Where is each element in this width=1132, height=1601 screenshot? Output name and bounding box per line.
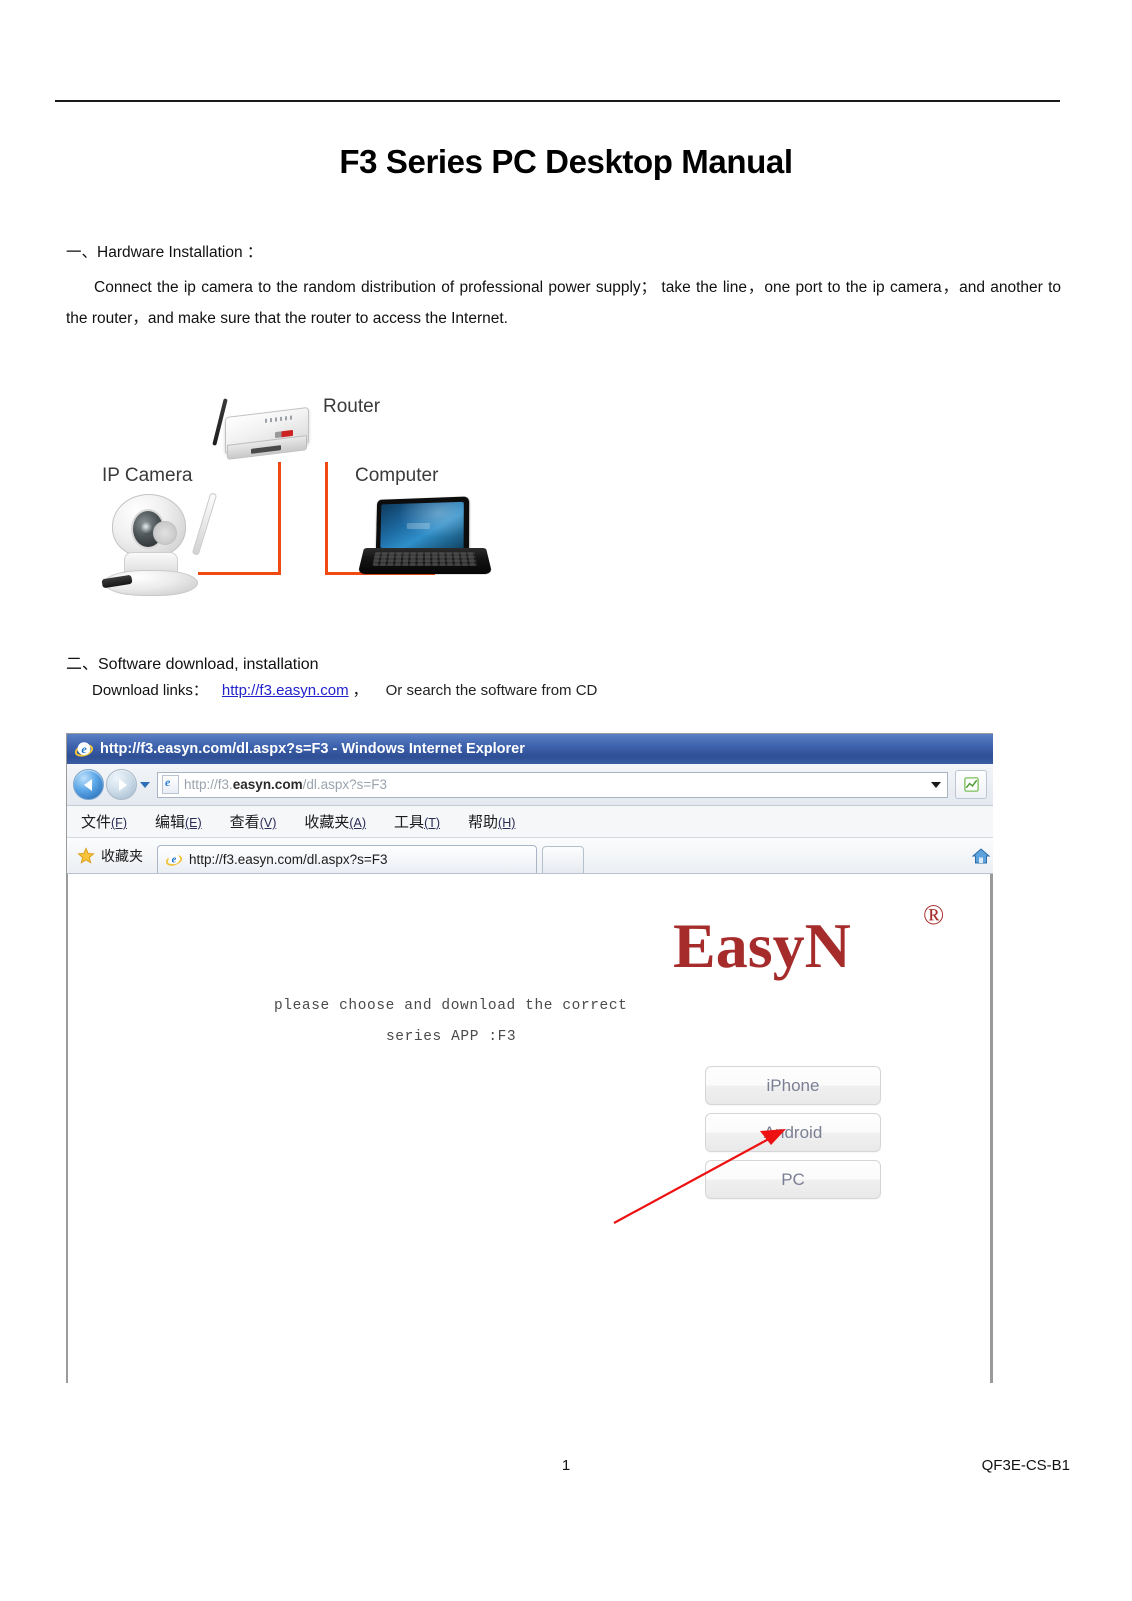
refresh-button[interactable]	[955, 770, 987, 799]
registered-trademark-icon: ®	[923, 900, 945, 931]
forward-button[interactable]	[106, 769, 137, 800]
browser-tab-title: http://f3.easyn.com/dl.aspx?s=F3	[189, 852, 388, 867]
browser-right-edge	[990, 874, 993, 1383]
section-1-heading: 一、Hardware Installation ：	[66, 244, 263, 261]
menu-label-view: 查看	[229, 814, 260, 831]
page-title: F3 Series PC Desktop Manual	[339, 143, 793, 180]
footer-page-number: 1	[561, 1457, 571, 1474]
browser-tab-strip: e http://f3.easyn.com/dl.aspx?s=F3	[157, 838, 971, 873]
laptop-illustration	[357, 496, 493, 584]
menu-item-file[interactable]: 文件(F)	[81, 811, 127, 832]
router-illustration	[212, 398, 313, 466]
laptop-screen	[380, 501, 464, 551]
menu-label-favorites: 收藏夹	[304, 814, 350, 831]
menu-label-edit: 编辑	[154, 814, 185, 831]
refresh-icon	[963, 777, 979, 792]
menu-mnemonic-file: (F)	[111, 816, 127, 830]
favorites-label[interactable]: 收藏夹	[101, 846, 143, 866]
section-1-paragraph: Connect the ip camera to the random dist…	[66, 272, 1061, 334]
diagram-label-ip-camera: IP Camera	[102, 465, 193, 486]
internet-explorer-icon: e	[75, 740, 93, 758]
download-buttons-group: iPhone Android PC	[705, 1066, 881, 1207]
browser-menu-bar: 文件(F) 编辑(E) 查看(V) 收藏夹(A) 工具(T) 帮助(H)	[67, 806, 993, 838]
easyn-logo: EasyN	[673, 910, 851, 981]
browser-title-text: http://f3.easyn.com/dl.aspx?s=F3 - Windo…	[100, 741, 525, 757]
star-icon	[77, 846, 95, 865]
browser-navigation-bar: http://f3.easyn.com/dl.aspx?s=F3	[67, 764, 993, 806]
menu-label-file: 文件	[81, 814, 112, 831]
cable-router-to-computer-vertical	[325, 462, 328, 575]
download-links-line: Download links： http://f3.easyn.com， Or se…	[92, 679, 597, 700]
menu-item-view[interactable]: 查看(V)	[230, 811, 277, 832]
page-favicon-icon	[162, 775, 179, 794]
section-2-heading: 二、Software download, installation	[66, 656, 319, 673]
menu-label-tools: 工具	[394, 814, 425, 831]
download-link-comma: ，	[352, 682, 368, 699]
menu-mnemonic-edit: (E)	[185, 816, 202, 830]
back-arrow-icon	[83, 778, 92, 791]
browser-favorites-bar: 收藏夹 e http://f3.easyn.com/dl.aspx?s=F3	[67, 838, 993, 874]
camera-speaker	[153, 521, 177, 545]
diagram-label-router: Router	[323, 396, 381, 417]
browser-title-bar: e http://f3.easyn.com/dl.aspx?s=F3 - Win…	[67, 734, 993, 764]
instruction-line-2: series APP :F3	[386, 1029, 517, 1045]
menu-item-edit[interactable]: 编辑(E)	[155, 811, 202, 832]
recent-pages-dropdown[interactable]	[137, 770, 153, 799]
browser-window-screenshot: e http://f3.easyn.com/dl.aspx?s=F3 - Win…	[66, 733, 993, 1383]
svg-text:e: e	[172, 854, 177, 865]
instruction-line-1: please choose and download the correct	[274, 998, 628, 1014]
menu-mnemonic-view: (V)	[259, 816, 277, 830]
menu-item-favorites[interactable]: 收藏夹(A)	[304, 811, 366, 832]
svg-text:e: e	[81, 742, 87, 756]
laptop-keyboard	[372, 552, 478, 566]
address-bar[interactable]: http://f3.easyn.com/dl.aspx?s=F3	[157, 771, 948, 798]
menu-mnemonic-help: (H)	[498, 816, 516, 830]
cable-camera-to-router-vertical	[278, 462, 281, 575]
easyn-download-page: EasyN ® please choose and download the c…	[68, 874, 993, 1383]
menu-mnemonic-tools: (T)	[424, 816, 441, 830]
camera-antenna-icon	[191, 492, 218, 556]
browser-tab-active[interactable]: e http://f3.easyn.com/dl.aspx?s=F3	[157, 845, 537, 873]
download-link[interactable]: http://f3.easyn.com	[222, 682, 349, 699]
address-domain: easyn.com	[232, 777, 303, 792]
address-history-dropdown[interactable]	[929, 781, 943, 788]
tab-favicon-icon: e	[166, 851, 184, 869]
header-rule	[55, 100, 1060, 102]
paragraph-line-1: Connect the ip camera to the random dist…	[94, 279, 885, 296]
chevron-down-icon	[931, 781, 941, 788]
download-links-label: Download links：	[92, 682, 208, 699]
home-icon[interactable]	[971, 846, 991, 866]
address-prefix: http://f3.	[184, 777, 233, 792]
forward-arrow-icon	[118, 778, 127, 791]
menu-item-tools[interactable]: 工具(T)	[394, 811, 440, 832]
download-button-iphone[interactable]: iPhone	[705, 1066, 881, 1105]
ip-camera-illustration	[98, 490, 218, 596]
download-cd-note: Or search the software from CD	[385, 682, 598, 699]
diagram-label-computer: Computer	[355, 465, 439, 486]
back-button[interactable]	[73, 769, 104, 800]
download-button-android[interactable]: Android	[705, 1113, 881, 1152]
cable-camera-to-router-horizontal	[198, 572, 281, 575]
chevron-down-icon	[140, 781, 150, 788]
download-button-pc[interactable]: PC	[705, 1160, 881, 1199]
menu-mnemonic-favorites: (A)	[349, 816, 367, 830]
browser-content-area: EasyN ® please choose and download the c…	[67, 874, 993, 1383]
menu-label-help: 帮助	[468, 814, 499, 831]
address-suffix: /dl.aspx?s=F3	[302, 777, 387, 792]
menu-item-help[interactable]: 帮助(H)	[468, 811, 515, 832]
new-tab-button[interactable]	[542, 846, 584, 873]
camera-head	[112, 494, 186, 558]
footer-document-code: QF3E-CS-B1	[981, 1457, 1070, 1474]
document-page: F3 Series PC Desktop Manual 一、Hardware I…	[0, 0, 1132, 1601]
laptop-base	[357, 548, 493, 575]
network-topology-diagram: Router IP Camera Computer	[80, 380, 500, 620]
address-bar-text: http://f3.easyn.com/dl.aspx?s=F3	[184, 777, 929, 792]
